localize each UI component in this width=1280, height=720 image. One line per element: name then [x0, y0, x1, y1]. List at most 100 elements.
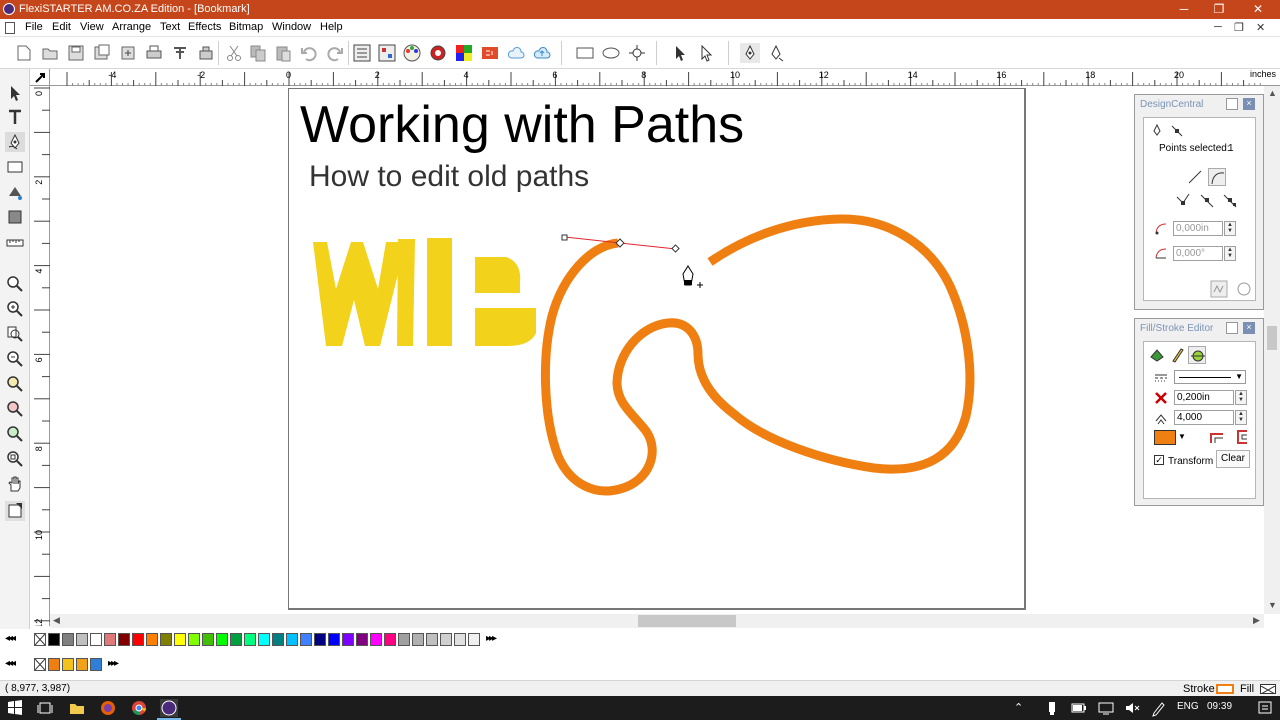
language-indicator[interactable]: ENG — [1177, 701, 1199, 712]
pen-workspace-icon[interactable] — [1150, 699, 1168, 717]
menu-text[interactable]: Text — [160, 21, 180, 33]
color-swatch[interactable] — [342, 633, 354, 646]
zoom-all-icon[interactable] — [5, 374, 25, 394]
ruler-corner[interactable] — [30, 69, 50, 86]
color-swatch[interactable] — [146, 633, 158, 646]
status-fill-swatch[interactable] — [1260, 684, 1276, 695]
minimize-button[interactable]: ─ — [1166, 0, 1202, 19]
measure-tool-icon[interactable] — [5, 233, 25, 253]
select-tool-icon[interactable] — [5, 83, 25, 103]
copy-icon[interactable] — [248, 43, 268, 63]
stroke-style-icon[interactable] — [1188, 346, 1206, 364]
color-swatch[interactable] — [104, 633, 116, 646]
smooth-point-icon[interactable] — [1198, 191, 1216, 209]
maximize-button[interactable]: ❐ — [1201, 0, 1237, 19]
task-view-icon[interactable] — [36, 699, 54, 717]
color-palette-icon[interactable] — [402, 43, 422, 63]
text-tool-icon[interactable] — [5, 107, 25, 127]
clear-button[interactable]: Clear — [1216, 450, 1250, 468]
notifications-icon[interactable] — [1256, 699, 1274, 717]
pen-icon[interactable] — [1148, 122, 1166, 140]
path-edit-icon[interactable] — [766, 43, 786, 63]
color-swatch[interactable] — [328, 633, 340, 646]
volume-muted-icon[interactable] — [1123, 699, 1141, 717]
open-icon[interactable] — [40, 43, 60, 63]
color-swatch[interactable] — [272, 633, 284, 646]
paste-icon[interactable] — [273, 43, 293, 63]
palette-scroll-right-icon[interactable]: ▸▸▸ — [108, 658, 119, 669]
doc-restore-button[interactable]: ❐ — [1234, 21, 1244, 34]
doc-minimize-button[interactable]: ─ — [1214, 21, 1222, 33]
output-icon[interactable] — [196, 43, 216, 63]
color-swatch[interactable] — [398, 633, 410, 646]
color-swatch[interactable] — [258, 633, 270, 646]
layers-icon[interactable] — [377, 43, 397, 63]
color-swatch[interactable] — [174, 633, 186, 646]
save-as-icon[interactable] — [92, 43, 112, 63]
undo-icon[interactable] — [299, 43, 319, 63]
palette-scroll-right-icon[interactable]: ▸▸▸ — [486, 633, 497, 644]
vertical-ruler[interactable]: 0 2 4 6 8 10 12 — [30, 86, 50, 626]
color-swatch[interactable] — [286, 633, 298, 646]
palette-scroll-left-icon[interactable]: ◂◂◂ — [5, 658, 16, 669]
panel-close-button[interactable]: × — [1243, 98, 1255, 110]
color-swatch[interactable] — [440, 633, 452, 646]
select-tool-icon[interactable] — [670, 43, 690, 63]
bezier-handle[interactable] — [561, 234, 680, 253]
color-swatch[interactable] — [62, 658, 74, 671]
no-color-swatch[interactable] — [34, 658, 46, 671]
flexi-app-icon[interactable] — [160, 699, 178, 717]
document-icon[interactable] — [5, 22, 15, 34]
scroll-up-arrow-icon[interactable]: ▲ — [1268, 88, 1277, 98]
symmetric-point-icon[interactable] — [1221, 191, 1239, 209]
color-swatch[interactable] — [300, 633, 312, 646]
clock[interactable]: 09:39 — [1207, 701, 1232, 712]
panel-close-button[interactable]: × — [1243, 322, 1255, 334]
color-swatch[interactable] — [314, 633, 326, 646]
horizontal-ruler[interactable]: -4 -2 0 2 4 6 8 10 12 14 16 18 20 inches — [50, 69, 1280, 86]
menu-arrange[interactable]: Arrange — [112, 21, 151, 33]
zoom-selection-icon[interactable] — [5, 399, 25, 419]
fill-stroke-icon[interactable] — [5, 501, 25, 521]
color-swatch[interactable] — [48, 633, 60, 646]
miter-limit-spinner[interactable]: ▲ ▼ — [1235, 410, 1247, 425]
zoom-previous-icon[interactable] — [5, 424, 25, 444]
color-swatch[interactable] — [412, 633, 424, 646]
color-swatch[interactable] — [454, 633, 466, 646]
spot-color-icon[interactable] — [428, 43, 448, 63]
color-grid-icon[interactable] — [454, 43, 474, 63]
color-swatch[interactable] — [90, 658, 102, 671]
vertical-scroll-thumb[interactable] — [1267, 326, 1277, 350]
color-swatch[interactable] — [118, 633, 130, 646]
vertical-scrollbar[interactable]: ▲ ▼ — [1264, 86, 1280, 614]
cloud-icon[interactable] — [506, 43, 526, 63]
transform-checkbox[interactable]: ✓ — [1154, 455, 1164, 465]
color-swatch[interactable] — [356, 633, 368, 646]
battery-icon[interactable] — [1070, 699, 1088, 717]
color-swatch[interactable] — [244, 633, 256, 646]
stroke-inside-icon[interactable] — [1232, 428, 1250, 446]
stroke-color-dropdown-icon[interactable]: ▼ — [1178, 432, 1186, 441]
pen-tool-icon[interactable] — [5, 132, 25, 152]
horizontal-scroll-thumb[interactable] — [638, 615, 736, 627]
color-swatch[interactable] — [132, 633, 144, 646]
cut-contour-icon[interactable] — [170, 43, 190, 63]
line-segment-icon[interactable] — [1186, 168, 1204, 186]
handle-length-spinner[interactable]: ▲ ▼ — [1224, 221, 1236, 236]
network-icon[interactable] — [1097, 699, 1115, 717]
line-style-select[interactable]: ▼ — [1174, 370, 1246, 384]
color-swatch[interactable] — [202, 633, 214, 646]
zoom-fit-icon[interactable] — [5, 449, 25, 469]
stroke-outside-icon[interactable] — [1208, 428, 1226, 446]
status-stroke-swatch[interactable] — [1216, 684, 1234, 694]
node-tool-icon[interactable] — [627, 43, 647, 63]
panel-minimize-button[interactable] — [1226, 98, 1238, 110]
color-swatch[interactable] — [188, 633, 200, 646]
corner-point-icon[interactable] — [1174, 191, 1192, 209]
color-swatch[interactable] — [230, 633, 242, 646]
ellipse-tool-icon[interactable] — [601, 43, 621, 63]
stroke-color-swatch[interactable] — [1154, 430, 1176, 445]
color-swatch[interactable] — [216, 633, 228, 646]
doc-close-button[interactable]: ✕ — [1256, 21, 1265, 34]
handle-length-field[interactable]: 0,000in — [1173, 221, 1223, 236]
